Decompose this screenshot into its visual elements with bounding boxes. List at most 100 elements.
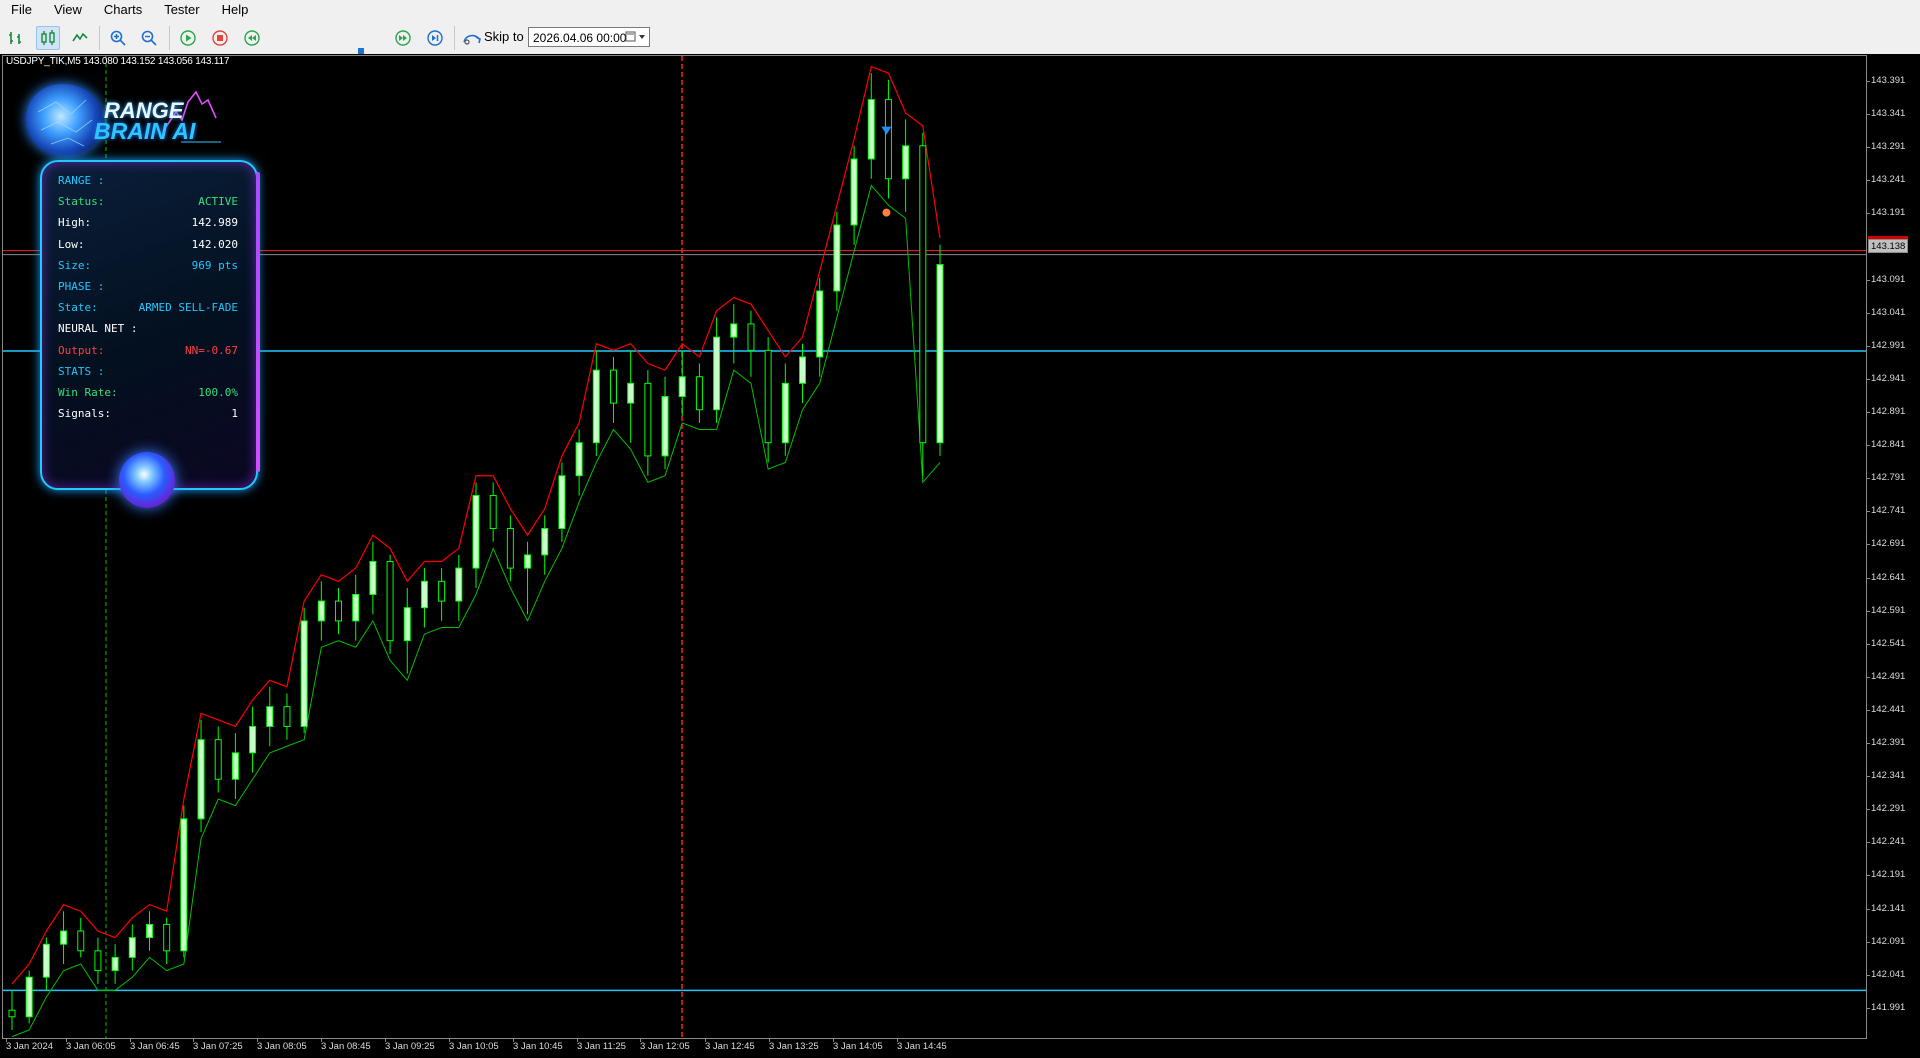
panel-row-label: NEURAL NET : <box>58 322 138 336</box>
panel-row-label: High: <box>58 216 92 230</box>
price-tick-label: 142.491 <box>1871 670 1906 682</box>
price-tick <box>1866 345 1870 347</box>
price-tick-label: 142.591 <box>1871 604 1906 616</box>
time-tick-label: 3 Jan 14:45 <box>897 1041 947 1052</box>
time-tick <box>577 1038 578 1042</box>
time-tick-label: 3 Jan 13:25 <box>769 1041 819 1052</box>
panel-row: STATS : <box>58 365 238 383</box>
price-tick-label: 142.991 <box>1871 339 1906 351</box>
panel-row-value: 1 <box>231 407 238 421</box>
time-tick <box>130 1038 131 1042</box>
price-tick-label: 142.691 <box>1871 538 1906 550</box>
panel-row-label: Output: <box>58 343 105 357</box>
price-tick-label: 142.641 <box>1871 571 1906 583</box>
panel-row: Win Rate: 100.0% <box>58 386 238 404</box>
panel-row-label: Signals: <box>58 407 111 421</box>
panel-row-label: Size: <box>58 258 92 272</box>
price-tick <box>1866 478 1870 480</box>
time-tick <box>640 1038 641 1042</box>
price-tick-label: 142.041 <box>1871 968 1906 980</box>
logo-line2: BRAIN AI <box>94 118 196 144</box>
price-tick <box>1866 908 1870 910</box>
time-tick <box>833 1038 834 1042</box>
time-tick-label: 3 Jan 10:45 <box>513 1041 563 1052</box>
price-tick <box>1866 213 1870 215</box>
time-tick-label: 3 Jan 08:05 <box>257 1041 307 1052</box>
time-tick-label: 3 Jan 14:05 <box>833 1041 883 1052</box>
time-tick <box>385 1038 386 1042</box>
time-tick <box>769 1038 770 1042</box>
price-tick <box>1866 974 1870 976</box>
time-tick-label: 3 Jan 06:45 <box>130 1041 180 1052</box>
price-tick <box>1866 610 1870 612</box>
price-tick <box>1866 776 1870 778</box>
price-tick <box>1866 577 1870 579</box>
price-tick-label: 143.041 <box>1871 306 1906 318</box>
price-tick-label: 143.241 <box>1871 174 1906 186</box>
price-tick-label: 141.991 <box>1871 1001 1906 1013</box>
panel-row-value: 100.0% <box>198 386 238 399</box>
panel-row-value: ARMED SELL-FADE <box>138 301 238 315</box>
price-tick-label: 143.391 <box>1871 75 1906 86</box>
panel-row: RANGE : <box>58 174 238 192</box>
panel-row: Low: 142.020 <box>58 238 238 256</box>
time-tick-label: 3 Jan 10:05 <box>449 1041 499 1052</box>
panel-row: High: 142.989 <box>58 216 238 234</box>
price-tick <box>1866 180 1870 182</box>
panel-row-label: Status: <box>58 195 105 209</box>
panel-row: State: ARMED SELL-FADE <box>58 301 238 319</box>
price-tick <box>1866 1007 1870 1009</box>
price-tick <box>1866 147 1870 149</box>
panel-row-label: Win Rate: <box>58 386 118 399</box>
time-tick-label: 3 Jan 11:25 <box>577 1041 626 1052</box>
price-tick-label: 142.441 <box>1871 703 1906 715</box>
panel-row: NEURAL NET : <box>58 322 238 340</box>
time-tick-label: 3 Jan 2024 <box>6 1041 54 1052</box>
price-tick <box>1866 511 1870 513</box>
time-tick <box>193 1038 194 1042</box>
price-tick <box>1866 544 1870 546</box>
time-tick <box>257 1038 258 1042</box>
info-panel: RANGE : Status: ACTIVE High: 142.989 Low: 142.… <box>40 160 260 508</box>
panel-row-label: RANGE : <box>58 174 105 187</box>
panel-row-value: 142.020 <box>191 237 238 251</box>
price-tick <box>1866 312 1870 314</box>
price-tick <box>1866 445 1870 447</box>
panel-row: Output: NN=-0.67 <box>58 344 238 362</box>
time-tick-label: 3 Jan 12:05 <box>640 1041 690 1052</box>
time-tick <box>321 1038 322 1042</box>
price-tick-label: 142.541 <box>1871 637 1906 649</box>
price-tick-label: 143.191 <box>1871 207 1906 219</box>
price-tick <box>1866 676 1870 678</box>
panel-row: Size: 969 pts <box>58 259 238 277</box>
price-tick-label: 142.241 <box>1871 836 1906 848</box>
price-tick-label: 142.391 <box>1871 737 1906 748</box>
time-tick-label: 3 Jan 06:05 <box>66 1041 116 1052</box>
time-tick <box>513 1038 514 1042</box>
panel-row: Status: ACTIVE <box>58 195 238 213</box>
time-tick-label: 3 Jan 07:25 <box>193 1041 243 1052</box>
price-tick <box>1866 743 1870 744</box>
price-tick <box>1866 114 1870 116</box>
price-tick-label: 142.341 <box>1871 770 1906 782</box>
price-tick-label: 143.091 <box>1871 273 1906 285</box>
price-tick <box>1866 842 1870 844</box>
price-tick <box>1866 875 1870 877</box>
panel-row: Signals: 1 <box>58 407 238 425</box>
price-tick-label: 142.091 <box>1871 935 1906 947</box>
panel-row-value: ACTIVE <box>198 195 238 209</box>
time-tick <box>6 1038 7 1042</box>
price-tick-label: 142.741 <box>1871 505 1906 517</box>
panel-row-value: 142.989 <box>191 216 238 230</box>
price-tick-label: 142.941 <box>1871 372 1906 384</box>
symbol-info: USDJPY_TIK,M5 143.080 143.152 143.056 14… <box>6 56 230 67</box>
chart-frame <box>2 55 1867 1039</box>
panel-row-label: STATS : <box>58 364 105 378</box>
price-tick-label: 142.841 <box>1871 439 1906 451</box>
time-tick <box>66 1038 67 1042</box>
price-tick <box>1866 279 1870 281</box>
price-tick <box>1866 941 1870 943</box>
time-tick-label: 3 Jan 08:45 <box>321 1041 371 1052</box>
orb-icon <box>119 452 175 508</box>
current-price-tag: 143.138 <box>1868 239 1908 253</box>
